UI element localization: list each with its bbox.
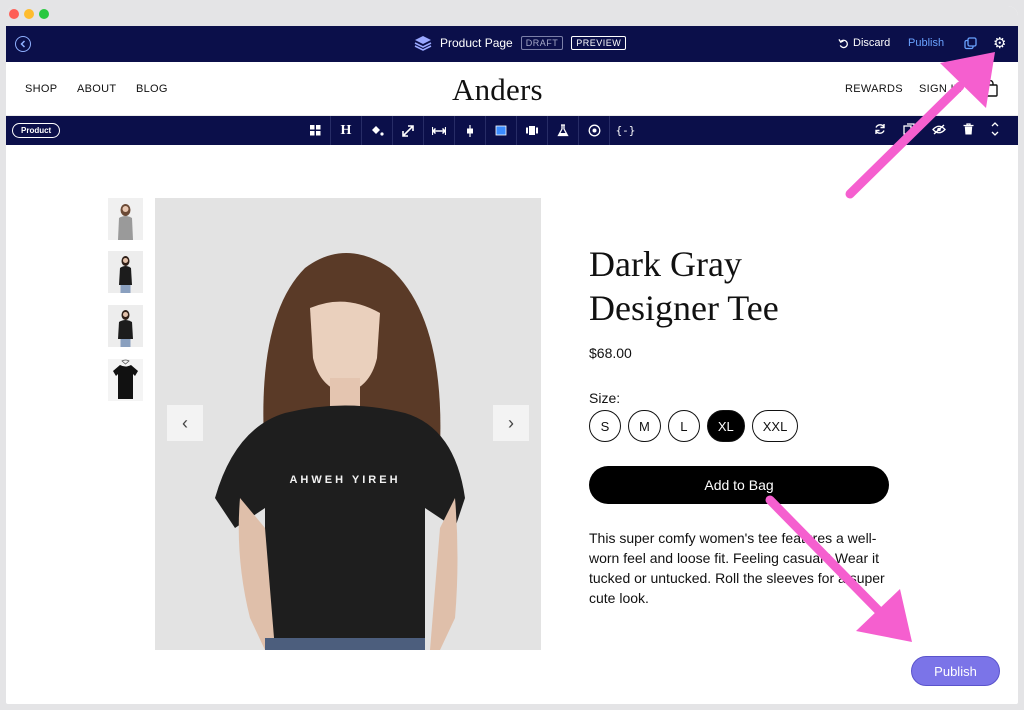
refresh-icon[interactable] (874, 123, 886, 138)
product-title-line: Designer Tee (589, 288, 779, 328)
editor-top-bar: Product Page DRAFT PREVIEW Discard Publi… (6, 26, 1018, 62)
nav-link-blog[interactable]: BLOG (136, 83, 168, 95)
product-thumbnail[interactable] (108, 305, 143, 347)
duplicate-icon[interactable] (903, 123, 915, 138)
nav-link-about[interactable]: ABOUT (77, 83, 116, 95)
next-image-button[interactable]: › (493, 405, 529, 441)
draft-badge: DRAFT (520, 36, 564, 50)
size-option-l[interactable]: L (667, 410, 700, 442)
product-block-label[interactable]: Product (12, 123, 61, 138)
size-option-xl[interactable]: XL (706, 410, 745, 442)
maximize-window-button[interactable] (39, 9, 49, 19)
heading-icon[interactable]: H (331, 116, 362, 145)
chevron-right-icon: › (508, 412, 514, 433)
product-price: $68.00 (589, 345, 632, 361)
nav-link-rewards[interactable]: REWARDS (845, 83, 903, 95)
block-icon[interactable] (486, 116, 517, 145)
size-option-m[interactable]: M (628, 410, 661, 442)
site-logo[interactable]: Anders (452, 72, 543, 108)
model-photo: AHWEH YIREH (155, 198, 541, 650)
trash-icon[interactable] (963, 123, 974, 138)
browser-window: Product Page DRAFT PREVIEW Discard Publi… (6, 6, 1018, 704)
resize-icon[interactable] (393, 116, 424, 145)
discard-label: Discard (853, 37, 891, 49)
shopping-bag-icon[interactable] (982, 79, 998, 102)
window-titlebar (6, 6, 1018, 26)
chevron-left-icon (20, 40, 26, 48)
hide-icon[interactable] (932, 123, 946, 138)
width-icon[interactable] (424, 116, 455, 145)
shirt-print-text: AHWEH YIREH (289, 474, 400, 486)
grid-icon[interactable] (300, 116, 331, 145)
preview-badge[interactable]: PREVIEW (571, 36, 627, 50)
carousel-icon[interactable] (517, 116, 548, 145)
align-icon[interactable] (455, 116, 486, 145)
publish-button[interactable]: Publish (911, 656, 1000, 686)
flask-icon[interactable] (548, 116, 579, 145)
close-window-button[interactable] (9, 9, 19, 19)
size-option-xxl[interactable]: XXL (751, 410, 799, 442)
gear-icon[interactable]: ⚙ (993, 36, 1006, 51)
size-selector: S M L XL XXL (589, 410, 799, 442)
product-description: This super comfy women's tee features a … (589, 530, 885, 606)
page-name: Product Page (440, 36, 513, 50)
size-option-s[interactable]: S (589, 410, 621, 442)
copy-icon[interactable] (964, 37, 977, 55)
undo-icon (838, 38, 848, 48)
nav-link-shop[interactable]: SHOP (25, 83, 57, 95)
nav-link-sign-in[interactable]: SIGN IN (919, 83, 962, 95)
code-icon[interactable]: {-} (610, 116, 641, 145)
size-label: Size: (589, 390, 621, 406)
discard-button[interactable]: Discard (838, 37, 890, 49)
add-to-bag-button[interactable]: Add to Bag (589, 466, 889, 504)
chevron-left-icon: ‹ (182, 412, 188, 433)
layers-icon (414, 35, 432, 51)
site-header: SHOP ABOUT BLOG Anders REWARDS SIGN IN (6, 62, 1018, 116)
product-thumbnail[interactable] (108, 359, 143, 401)
product-thumbnail[interactable] (108, 198, 143, 240)
back-button[interactable] (15, 36, 31, 52)
product-thumbnail[interactable] (108, 251, 143, 293)
reorder-icon[interactable] (991, 121, 999, 140)
product-title: Dark Gray Designer Tee (589, 242, 889, 330)
page-title-group: Product Page DRAFT PREVIEW (414, 35, 627, 51)
product-main-image: AHWEH YIREH ‹ › (155, 198, 541, 650)
toolbar-tools: H {-} (300, 116, 641, 145)
product-title-line: Dark Gray (589, 244, 742, 284)
publish-link[interactable]: Publish (908, 37, 944, 49)
minimize-window-button[interactable] (24, 9, 34, 19)
block-toolbar: Product H {-} (6, 116, 1018, 145)
paint-bucket-icon[interactable] (362, 116, 393, 145)
toolbar-right-tools (874, 116, 999, 145)
previous-image-button[interactable]: ‹ (167, 405, 203, 441)
target-icon[interactable] (579, 116, 610, 145)
